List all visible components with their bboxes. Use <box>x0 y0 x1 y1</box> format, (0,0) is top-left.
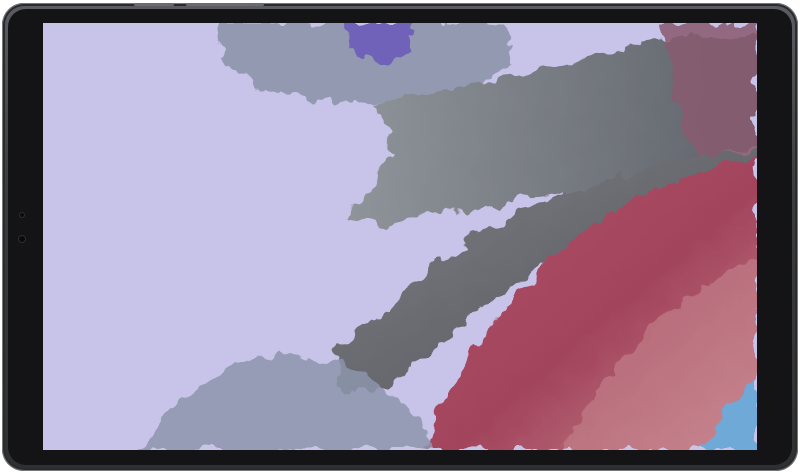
front-camera-icon <box>18 235 26 243</box>
product-photo <box>0 0 800 473</box>
light-sensor-icon <box>19 212 25 218</box>
power-button <box>134 3 174 6</box>
volume-button <box>186 3 264 6</box>
abstract-wallpaper <box>43 23 757 450</box>
tablet-screen <box>43 23 757 450</box>
